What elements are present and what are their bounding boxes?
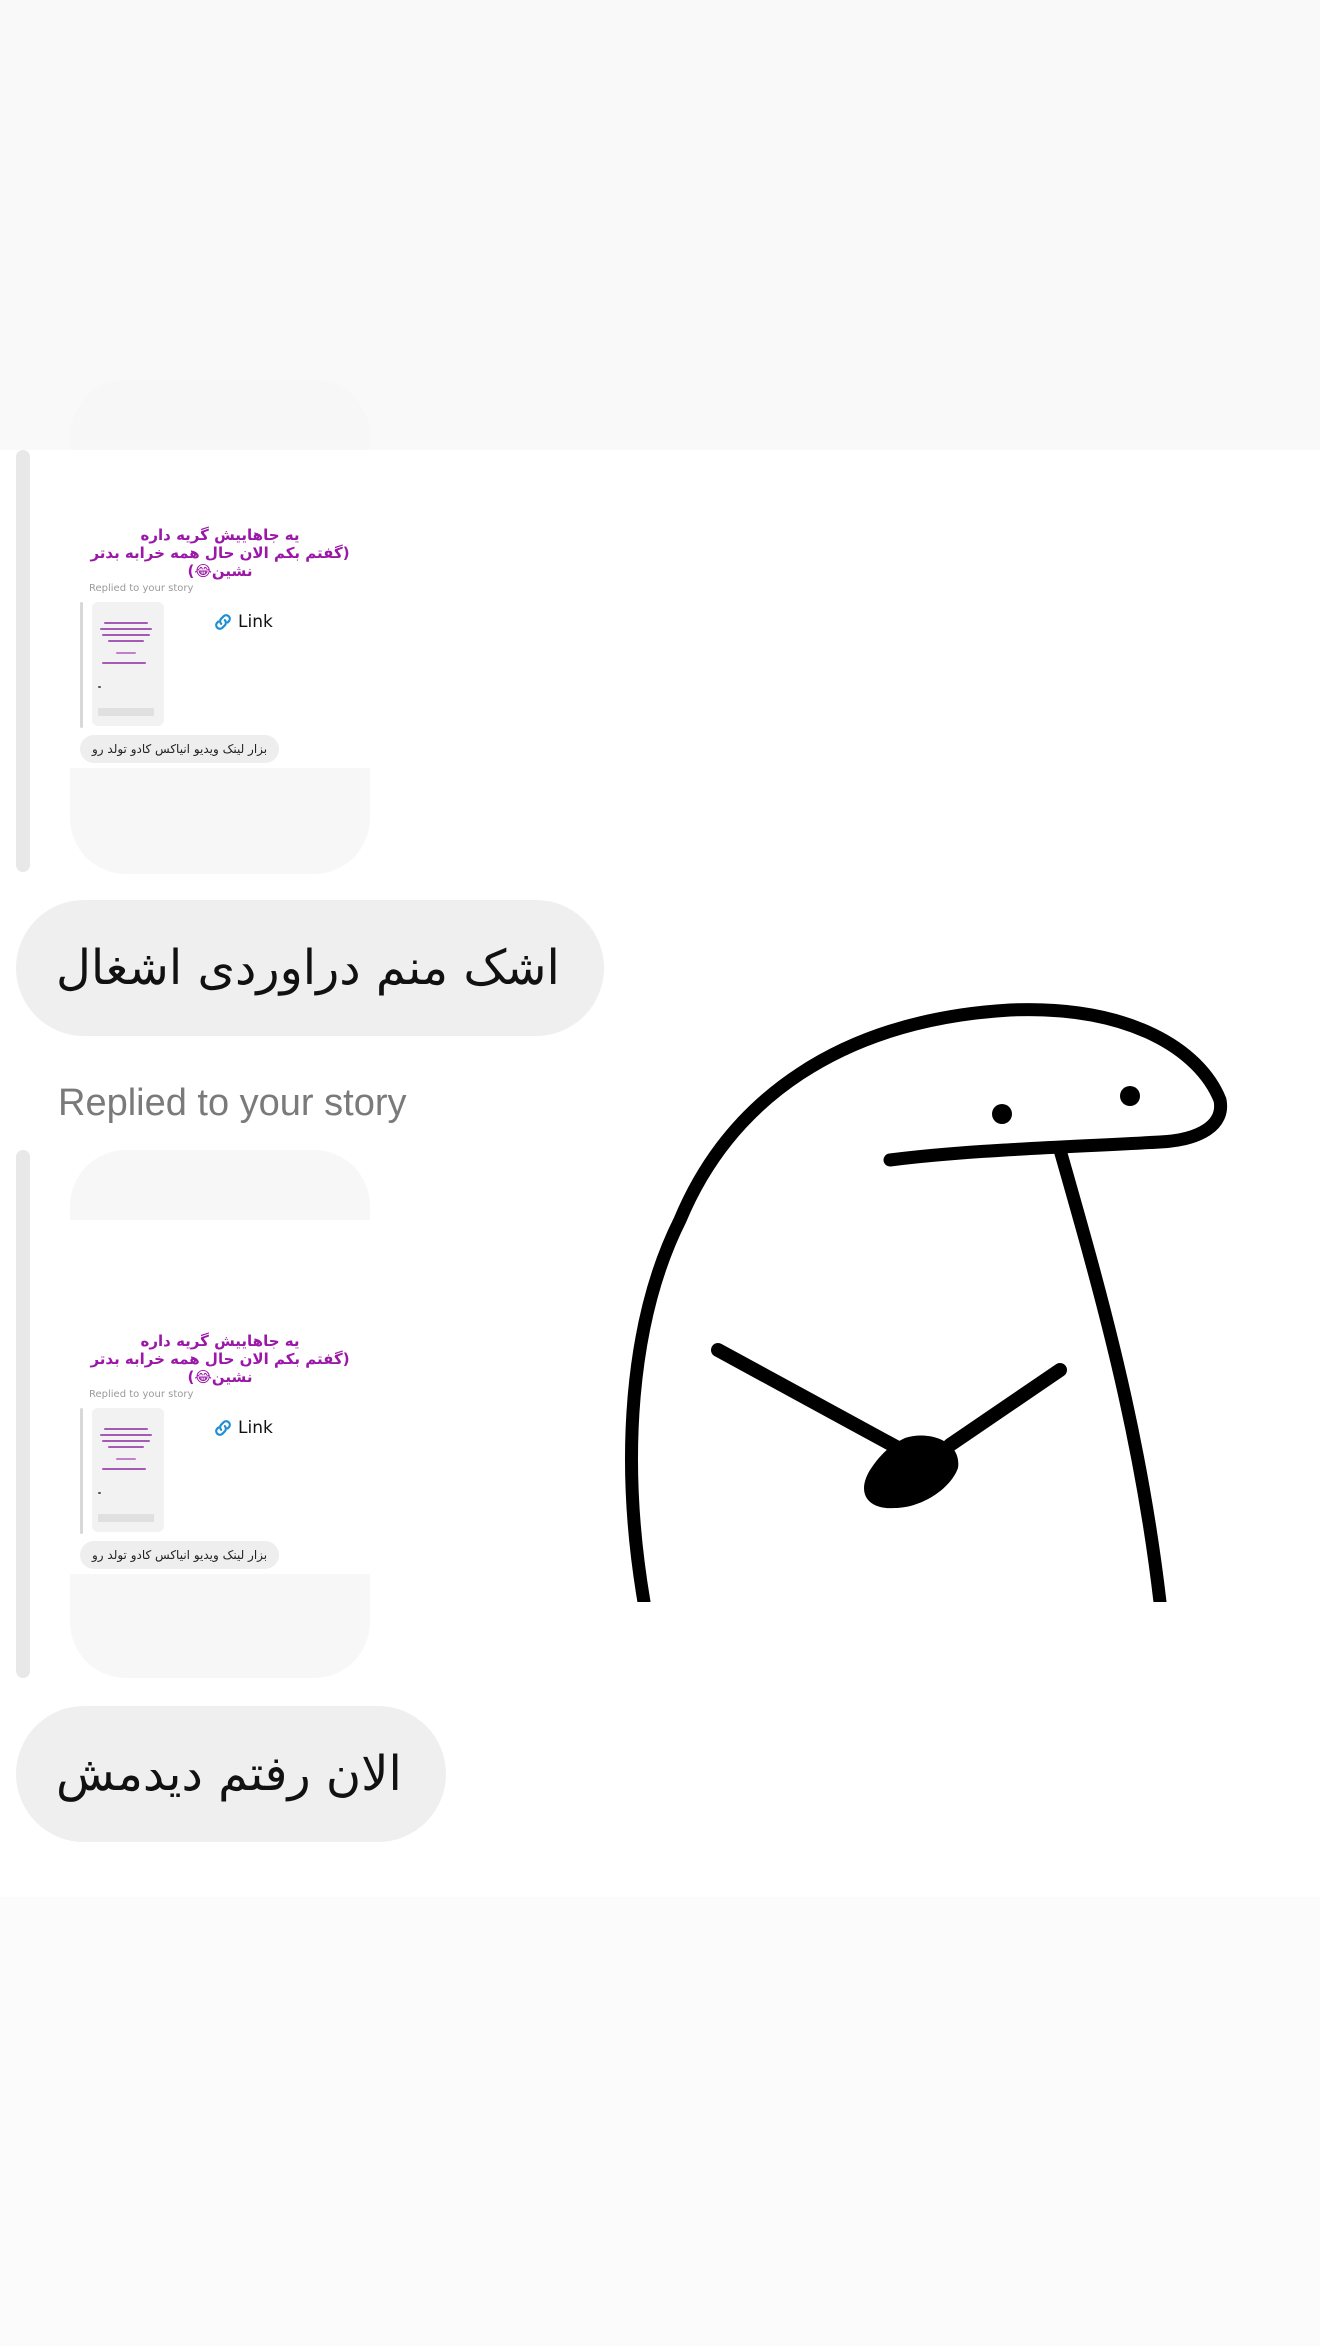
mini-link-label: Link: [238, 1418, 273, 1438]
message-bubble[interactable]: الان رفتم دیدمش: [16, 1706, 446, 1842]
story-preview-card[interactable]: یه جاهاییش گریه داره (گفتم بکم الان حال …: [70, 380, 370, 874]
mini-quote-line: [80, 1408, 83, 1534]
mini-replied-label: Replied to your story: [89, 583, 194, 594]
mini-message-bubble: بزار لینک ویدیو انیاکس کادو تولد رو: [80, 735, 280, 763]
mini-link-attachment[interactable]: Link: [212, 1417, 273, 1439]
replied-to-story-label: Replied to your story: [58, 1082, 407, 1124]
mini-story-thumbnail: [92, 1408, 164, 1532]
bottom-bar: [0, 1897, 1320, 2346]
story-caption-line1: یه جاهاییش گریه داره: [140, 1332, 300, 1350]
mini-link-label: Link: [238, 612, 273, 632]
mini-message-bubble: بزار لینک ویدیو انیاکس کادو تولد رو: [80, 1541, 280, 1569]
message-bubble[interactable]: اشک منم دراوردی اشغال: [16, 900, 604, 1036]
story-caption-line2: (گفتم بکم الان حال همه خرابه بدتر نشین😂): [90, 1350, 350, 1386]
link-icon: [215, 1420, 231, 1436]
link-icon: [215, 614, 231, 630]
mini-replied-label: Replied to your story: [89, 1389, 194, 1400]
story-caption-line1: یه جاهاییش گریه داره: [140, 526, 300, 544]
story-preview-card[interactable]: یه جاهاییش گریه داره (گفتم بکم الان حال …: [70, 1150, 370, 1678]
mini-story-thumbnail: [92, 602, 164, 726]
flork-sticker-icon[interactable]: [620, 990, 1240, 1602]
mini-quote-line: [80, 602, 83, 728]
reply-quote-line: [16, 450, 30, 872]
reply-quote-line: [16, 1150, 30, 1678]
story-caption-line2: (گفتم بکم الان حال همه خرابه بدتر نشین😂): [90, 544, 350, 580]
mini-link-attachment[interactable]: Link: [212, 611, 273, 633]
